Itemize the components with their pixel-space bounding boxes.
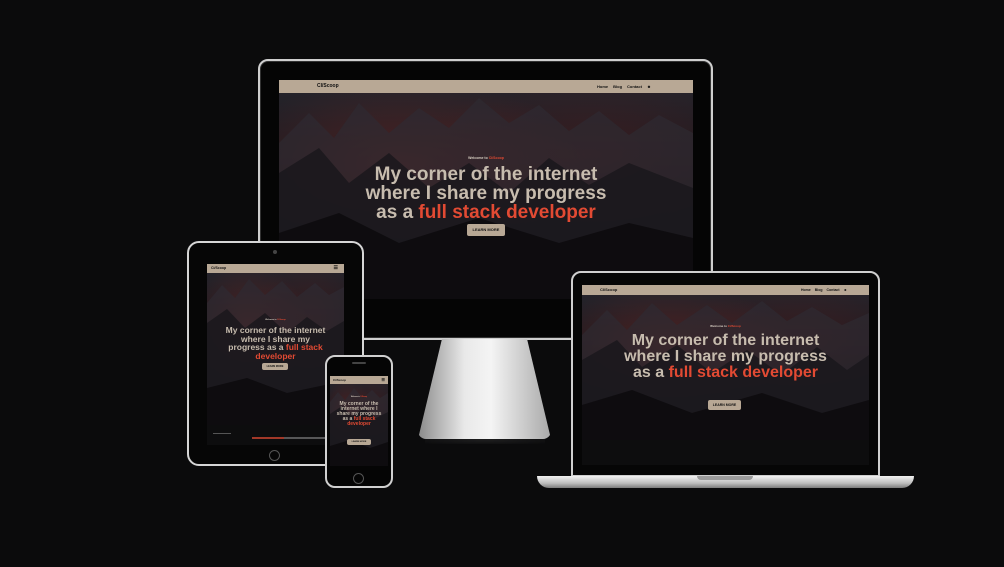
laptop-nav-blog[interactable]: Blog xyxy=(815,288,823,292)
laptop-navbar: CI/Scoop Home Blog Contact ☻ xyxy=(582,285,869,295)
laptop-below-fold xyxy=(582,440,869,465)
hamburger-menu-icon[interactable]: ☰ xyxy=(381,377,385,382)
tablet-logo[interactable]: Ci/Scoop xyxy=(211,266,226,270)
desktop-learn-more-button[interactable]: LEARN MORE xyxy=(467,224,505,236)
tablet-navbar: Ci/Scoop ☰ xyxy=(207,264,344,273)
desktop-nav-blog[interactable]: Blog xyxy=(613,84,622,89)
hamburger-menu-icon[interactable]: ☰ xyxy=(334,265,338,271)
laptop-nav-home[interactable]: Home xyxy=(801,288,811,292)
tablet-home-button[interactable] xyxy=(269,450,280,461)
tablet-learn-more-button[interactable]: LEARN MORE xyxy=(262,363,288,370)
desktop-headline: My corner of the internet where I share … xyxy=(365,164,607,223)
desktop-monitor-stand xyxy=(418,339,551,439)
desktop-logo[interactable]: CI/Scoop xyxy=(317,83,339,89)
phone-speaker xyxy=(352,362,366,364)
laptop-welcome-name: Ci/Scoop xyxy=(727,324,741,328)
desktop-nav-home[interactable]: Home xyxy=(597,84,608,89)
phone-navbar: Ci/Scoop ☰ xyxy=(330,376,388,384)
user-icon[interactable]: ☻ xyxy=(647,84,651,89)
desktop-welcome-prefix: Welcome to xyxy=(468,156,489,160)
desktop-stand-reflection xyxy=(425,436,545,444)
desktop-nav-contact[interactable]: Contact xyxy=(627,84,642,89)
phone-home-button[interactable] xyxy=(353,473,364,484)
phone-welcome-name: Ci/Scoop xyxy=(360,397,368,398)
tablet-headline: My corner of the internet where I share … xyxy=(225,325,326,361)
laptop-base-notch xyxy=(697,476,753,480)
laptop-headline: My corner of the internet where I share … xyxy=(624,332,827,381)
tablet-welcome-name: Ci/Scoop xyxy=(277,319,286,321)
tablet-below-fold xyxy=(207,425,344,445)
tablet-welcome-prefix: Welcome to xyxy=(265,319,278,321)
phone-hero: Welcome to Ci/Scoop My corner of the int… xyxy=(330,384,388,466)
user-icon[interactable]: ☻ xyxy=(844,288,848,292)
laptop-nav-contact[interactable]: Contact xyxy=(827,288,840,292)
laptop-hero: Welcome to Ci/Scoop My corner of the int… xyxy=(582,295,869,440)
phone-screen-site: Ci/Scoop ☰ Welcome to Ci/Scoop My corner… xyxy=(330,376,388,466)
laptop-welcome-prefix: Welcome to xyxy=(710,324,728,328)
laptop-logo[interactable]: CI/Scoop xyxy=(600,287,617,292)
phone-logo[interactable]: Ci/Scoop xyxy=(333,378,346,382)
tablet-screen-site: Ci/Scoop ☰ Welcome to Ci/Scoop My corner… xyxy=(207,264,344,445)
desktop-welcome-name: Ci/Scoop xyxy=(488,156,504,160)
tablet-hero: Welcome to Ci/Scoop My corner of the int… xyxy=(207,273,344,425)
phone-learn-more-button[interactable]: LEARN MORE xyxy=(347,439,371,445)
phone-welcome-prefix: Welcome to xyxy=(350,397,361,398)
laptop-screen-site: CI/Scoop Home Blog Contact ☻ Welcome to … xyxy=(582,285,869,465)
phone-headline: My corner of the internet where I share … xyxy=(336,401,382,427)
tablet-camera xyxy=(273,250,277,254)
laptop-learn-more-button[interactable]: LEARN MORE xyxy=(708,400,741,410)
desktop-navbar: CI/Scoop Home Blog Contact ☻ xyxy=(279,80,693,93)
